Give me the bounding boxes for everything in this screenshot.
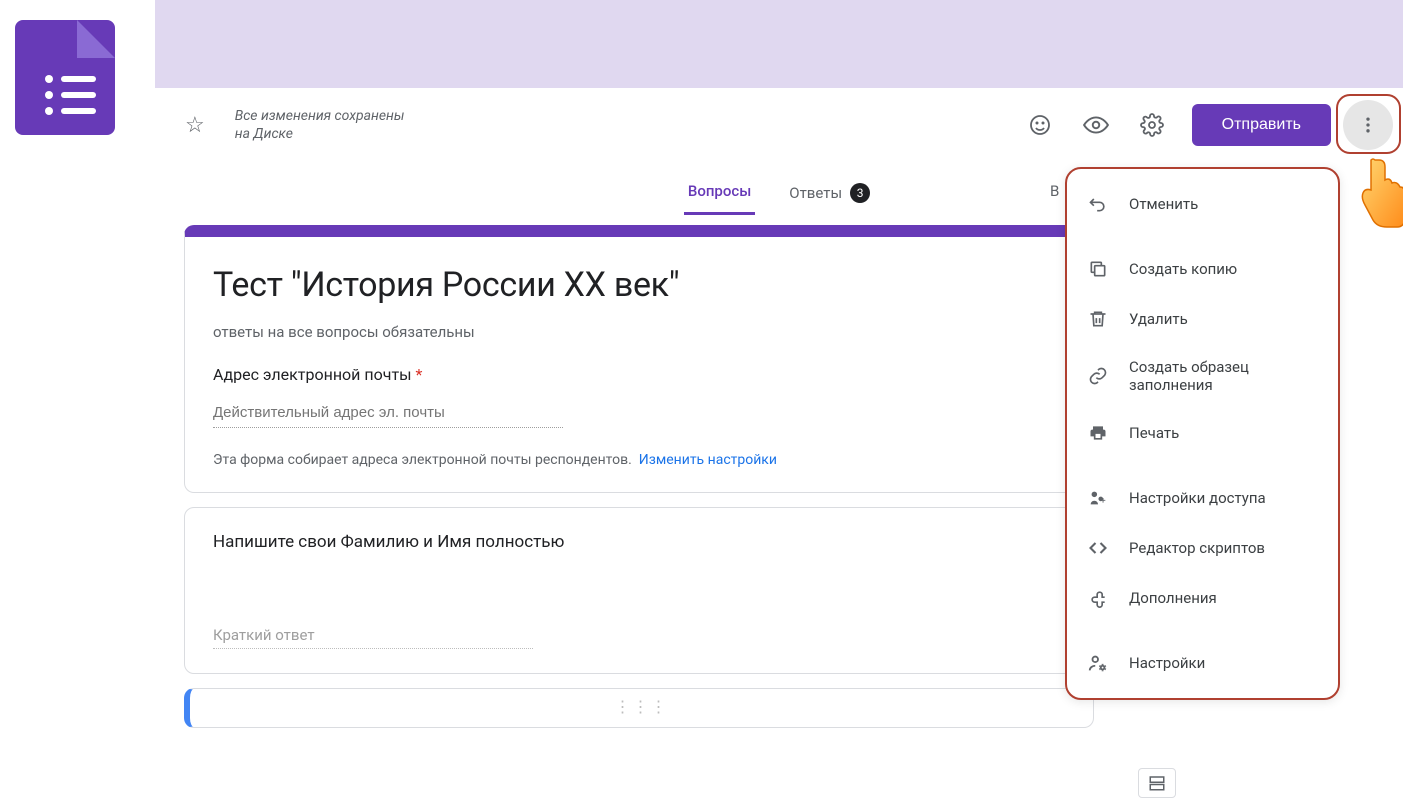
menu-script-editor[interactable]: Редактор скриптов bbox=[1067, 523, 1338, 573]
menu-label: Дополнения bbox=[1129, 589, 1217, 607]
menu-print[interactable]: Печать bbox=[1067, 408, 1338, 458]
code-icon bbox=[1087, 537, 1109, 559]
settings-icon[interactable] bbox=[1132, 105, 1172, 145]
preview-icon[interactable] bbox=[1076, 105, 1116, 145]
form-description[interactable]: ответы на все вопросы обязательны bbox=[213, 323, 1065, 341]
form-canvas: Тест "История России XX век" ответы на в… bbox=[184, 225, 1094, 742]
menu-prefill[interactable]: Создать образец заполнения bbox=[1067, 344, 1338, 408]
banner-strip bbox=[155, 0, 1403, 88]
drag-handle-icon[interactable]: ⋮⋮⋮ bbox=[198, 697, 1085, 716]
trash-icon bbox=[1087, 308, 1109, 330]
side-toolbar bbox=[1138, 768, 1176, 798]
menu-undo[interactable]: Отменить bbox=[1067, 179, 1338, 229]
menu-label: Отменить bbox=[1129, 195, 1198, 213]
menu-label: Создать образец заполнения bbox=[1129, 358, 1318, 394]
more-menu-button[interactable] bbox=[1343, 100, 1393, 150]
menu-label: Создать копию bbox=[1129, 260, 1237, 278]
undo-icon bbox=[1087, 193, 1109, 215]
menu-label: Настройки доступа bbox=[1129, 489, 1266, 507]
star-icon[interactable]: ☆ bbox=[185, 113, 205, 138]
menu-addons[interactable]: Дополнения bbox=[1067, 573, 1338, 623]
theme-icon[interactable] bbox=[1020, 105, 1060, 145]
menu-delete[interactable]: Удалить bbox=[1067, 294, 1338, 344]
forms-app-logo bbox=[15, 20, 115, 135]
person-gear-icon bbox=[1087, 652, 1109, 674]
truncated-text: В bbox=[1050, 182, 1059, 200]
change-settings-link[interactable]: Изменить настройки bbox=[639, 452, 777, 468]
short-answer-placeholder: Краткий ответ bbox=[213, 622, 533, 649]
active-question-card[interactable]: ⋮⋮⋮ bbox=[184, 688, 1094, 728]
menu-share[interactable]: Настройки доступа bbox=[1067, 473, 1338, 523]
question-text[interactable]: Напишите свои Фамилию и Имя полностью bbox=[213, 532, 1065, 552]
toolbar-section-icon[interactable] bbox=[1138, 768, 1176, 798]
menu-settings[interactable]: Настройки bbox=[1067, 638, 1338, 688]
email-collection-note: Эта форма собирает адреса электронной по… bbox=[213, 452, 1065, 468]
form-title-card[interactable]: Тест "История России XX век" ответы на в… bbox=[184, 225, 1094, 493]
tab-responses-label: Ответы bbox=[789, 184, 842, 202]
menu-label: Редактор скриптов bbox=[1129, 539, 1265, 557]
menu-label: Удалить bbox=[1129, 310, 1188, 328]
email-input[interactable] bbox=[213, 398, 563, 428]
save-status: Все изменения сохранены на Диске bbox=[235, 107, 405, 143]
menu-label: Печать bbox=[1129, 424, 1179, 442]
responses-count-badge: 3 bbox=[850, 183, 870, 203]
tab-responses[interactable]: Ответы 3 bbox=[785, 171, 874, 215]
more-dropdown-menu: Отменить Создать копию Удалить Создать о… bbox=[1065, 167, 1340, 700]
addon-icon bbox=[1087, 587, 1109, 609]
link-icon bbox=[1087, 365, 1109, 387]
share-icon bbox=[1087, 487, 1109, 509]
form-title[interactable]: Тест "История России XX век" bbox=[213, 265, 1065, 305]
menu-label: Настройки bbox=[1129, 654, 1205, 672]
print-icon bbox=[1087, 422, 1109, 444]
copy-icon bbox=[1087, 258, 1109, 280]
menu-copy[interactable]: Создать копию bbox=[1067, 244, 1338, 294]
send-button[interactable]: Отправить bbox=[1192, 104, 1331, 146]
header-toolbar: ☆ Все изменения сохранены на Диске Отпра… bbox=[155, 95, 1403, 155]
tab-questions[interactable]: Вопросы bbox=[684, 170, 755, 215]
tutorial-pointer-icon bbox=[1355, 155, 1403, 230]
email-field-label: Адрес электронной почты * bbox=[213, 365, 1065, 384]
question-card-1[interactable]: Напишите свои Фамилию и Имя полностью Кр… bbox=[184, 507, 1094, 674]
